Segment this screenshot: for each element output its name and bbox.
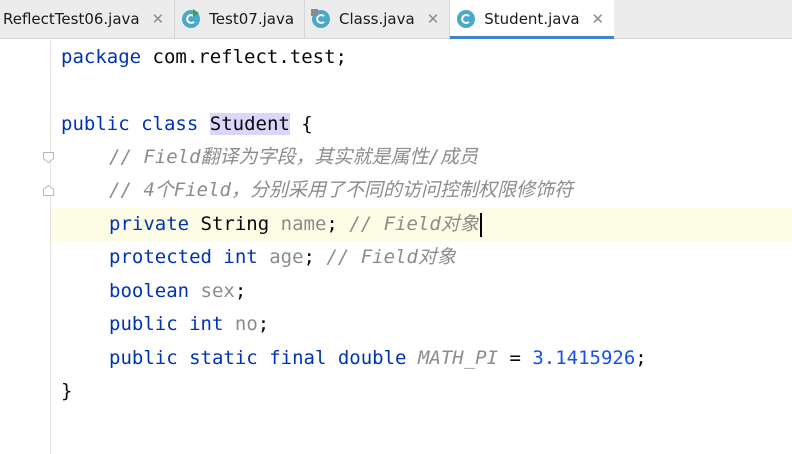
fold-start-icon[interactable] [43, 152, 54, 163]
tab-label: Student.java [484, 10, 580, 28]
tab-label: ReflectTest06.java [3, 10, 140, 28]
library-class-icon [311, 9, 331, 29]
tab-class[interactable]: Class.java ✕ [305, 0, 449, 38]
code-line-8: boolean sex; [109, 280, 247, 302]
fold-end-icon[interactable] [43, 185, 54, 196]
editor-gutter[interactable] [0, 39, 51, 454]
editor-tab-bar: ReflectTest06.java ✕ Test07.java Class.j… [0, 0, 792, 39]
tab-label: Test07.java [209, 10, 295, 28]
code-line-1: package com.reflect.test; [61, 46, 347, 68]
run-class-icon [181, 9, 201, 29]
close-tab-icon[interactable]: ✕ [592, 11, 605, 27]
code-line-4: // Field翻译为字段，其实就是属性/成员 [109, 146, 478, 168]
close-tab-icon[interactable]: ✕ [427, 11, 440, 27]
code-line-5: // 4个Field，分别采用了不同的访问控制权限修饰符 [109, 179, 573, 201]
code-line-10: public static final double MATH_PI = 3.1… [109, 347, 647, 369]
tab-reflecttest06[interactable]: ReflectTest06.java ✕ [0, 0, 174, 38]
code-editor[interactable]: package com.reflect.test; public class S… [0, 39, 792, 454]
code-line-9: public int no; [109, 313, 270, 335]
class-icon [456, 9, 476, 29]
tab-test07[interactable]: Test07.java [175, 0, 304, 38]
tab-student[interactable]: Student.java ✕ [450, 0, 615, 39]
code-line-6: private String name; // Field对象 [109, 208, 482, 241]
code-line-3: public class Student { [61, 113, 313, 135]
class-name-highlight: Student [209, 113, 290, 135]
code-line-11: } [61, 380, 73, 402]
code-line-7: protected int age; // Field对象 [109, 246, 456, 268]
close-tab-icon[interactable]: ✕ [152, 11, 165, 27]
text-cursor [479, 212, 482, 237]
tab-label: Class.java [339, 10, 415, 28]
